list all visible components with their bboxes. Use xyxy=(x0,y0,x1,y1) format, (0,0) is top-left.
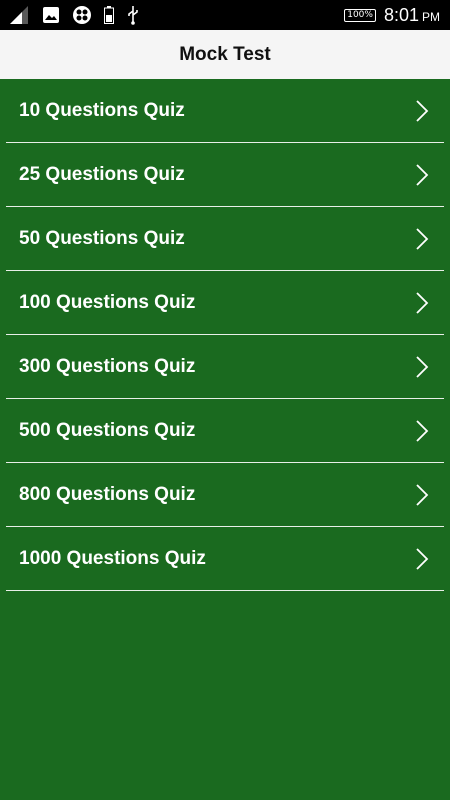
clock-time: 8:01 xyxy=(383,4,419,25)
clock-ampm: PM xyxy=(422,9,440,24)
quiz-item-label: 25 Questions Quiz xyxy=(19,163,185,185)
signal-icon xyxy=(10,6,30,24)
chevron-right-icon xyxy=(416,227,429,250)
battery-small-icon xyxy=(104,6,114,24)
app-bar: Mock Test xyxy=(0,30,450,79)
quiz-item-100[interactable]: 100 Questions Quiz xyxy=(6,271,444,335)
chevron-right-icon xyxy=(416,99,429,122)
status-bar: 100% 8:01 PM xyxy=(0,0,450,30)
usb-icon xyxy=(126,5,140,25)
battery-icon: 100% xyxy=(344,8,376,22)
quiz-item-label: 10 Questions Quiz xyxy=(19,99,185,121)
chevron-right-icon xyxy=(416,483,429,506)
quiz-item-label: 100 Questions Quiz xyxy=(19,291,196,313)
quiz-item-label: 300 Questions Quiz xyxy=(19,355,196,377)
quiz-item-label: 800 Questions Quiz xyxy=(19,483,196,505)
quiz-item-300[interactable]: 300 Questions Quiz xyxy=(6,335,444,399)
quiz-list: 10 Questions Quiz 25 Questions Quiz 50 Q… xyxy=(0,79,450,591)
image-icon xyxy=(42,6,60,24)
clock: 8:01 PM xyxy=(384,5,440,26)
quiz-item-25[interactable]: 25 Questions Quiz xyxy=(6,143,444,207)
status-bar-right: 100% 8:01 PM xyxy=(344,0,440,30)
chevron-right-icon xyxy=(416,547,429,570)
quiz-item-800[interactable]: 800 Questions Quiz xyxy=(6,463,444,527)
status-bar-left xyxy=(10,0,140,30)
chevron-right-icon xyxy=(416,291,429,314)
chevron-right-icon xyxy=(416,163,429,186)
quiz-item-10[interactable]: 10 Questions Quiz xyxy=(6,79,444,143)
quiz-item-label: 1000 Questions Quiz xyxy=(19,547,206,569)
quiz-item-1000[interactable]: 1000 Questions Quiz xyxy=(6,527,444,591)
quiz-item-label: 50 Questions Quiz xyxy=(19,227,185,249)
page-title: Mock Test xyxy=(179,43,271,65)
chevron-right-icon xyxy=(416,355,429,378)
quiz-item-500[interactable]: 500 Questions Quiz xyxy=(6,399,444,463)
quiz-item-label: 500 Questions Quiz xyxy=(19,419,196,441)
chevron-right-icon xyxy=(416,419,429,442)
quiz-item-50[interactable]: 50 Questions Quiz xyxy=(6,207,444,271)
app-icon xyxy=(72,5,92,25)
